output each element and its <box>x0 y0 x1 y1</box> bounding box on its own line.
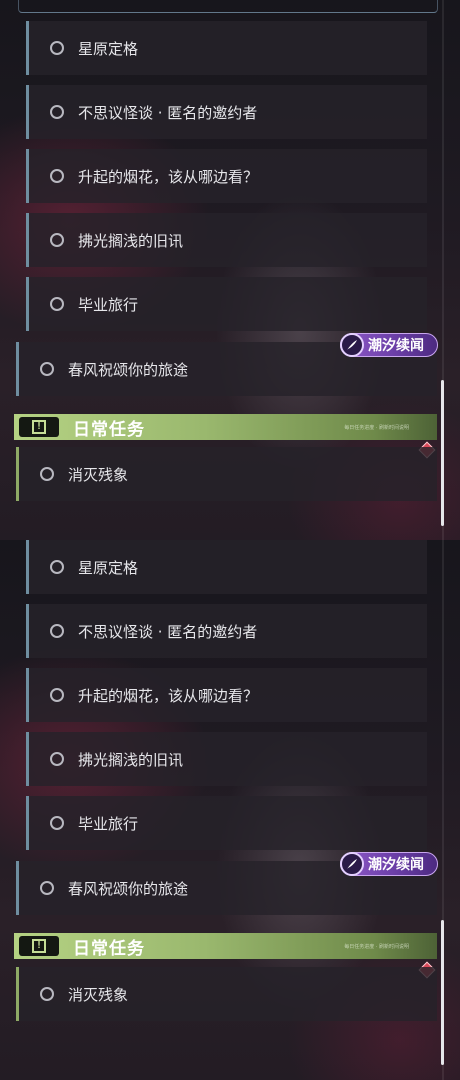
scrollbar-thumb[interactable] <box>441 920 444 1065</box>
quest-item-eliminate-remnants[interactable]: 消灭残象 <box>16 967 437 1021</box>
radio-icon <box>50 233 64 247</box>
quest-label: 拂光搁浅的旧讯 <box>78 231 184 250</box>
daily-section-fine-print: 每日任务进度 · 刷新时间说明 <box>344 425 409 431</box>
daily-section-title: 日常任务 <box>73 938 145 959</box>
feather-icon <box>340 852 364 876</box>
quest-item-graduation-trip[interactable]: 毕业旅行 <box>26 277 427 331</box>
quest-panel-bottom: 星原定格 不思议怪谈 · 匿名的邀约者 升起的烟花，该从哪边看？ 拂光搁浅的旧讯… <box>0 540 460 1080</box>
radio-icon <box>50 41 64 55</box>
quest-label: 拂光搁浅的旧讯 <box>78 750 184 769</box>
quest-label: 消灭残象 <box>68 985 129 1004</box>
radio-icon <box>50 560 64 574</box>
quest-panel-top: 星原定格 不思议怪谈 · 匿名的邀约者 升起的烟花，该从哪边看？ 拂光搁浅的旧讯… <box>0 0 460 540</box>
event-badge-label: 潮汐续闻 <box>368 338 424 354</box>
quest-label: 春风祝颂你的旅途 <box>68 360 189 379</box>
radio-icon <box>50 169 64 183</box>
quest-label: 升起的烟花，该从哪边看？ <box>78 686 259 705</box>
event-badge-label: 潮汐续闻 <box>368 857 424 873</box>
quest-label: 不思议怪谈 · 匿名的邀约者 <box>78 622 258 641</box>
quest-label: 升起的烟花，该从哪边看？ <box>78 167 259 186</box>
event-badge[interactable]: 潮汐续闻 <box>340 852 438 876</box>
radio-icon <box>40 987 54 1001</box>
quest-label: 毕业旅行 <box>78 814 139 833</box>
quest-item-anonymous-inviter[interactable]: 不思议怪谈 · 匿名的邀约者 <box>26 85 427 139</box>
quest-label: 星原定格 <box>78 39 139 58</box>
daily-section-header[interactable]: ! 日常任务 每日任务进度 · 刷新时间说明 <box>14 414 437 440</box>
radio-icon <box>50 105 64 119</box>
quest-item-old-message[interactable]: 拂光搁浅的旧讯 <box>26 213 427 267</box>
daily-section-title: 日常任务 <box>73 419 145 440</box>
quest-item-star-frame[interactable]: 星原定格 <box>26 540 427 594</box>
radio-icon <box>50 688 64 702</box>
alert-icon: ! <box>19 417 59 437</box>
alert-icon: ! <box>19 936 59 956</box>
radio-icon <box>50 752 64 766</box>
radio-icon <box>50 816 64 830</box>
radio-icon <box>40 362 54 376</box>
quest-label: 不思议怪谈 · 匿名的邀约者 <box>78 103 258 122</box>
feather-icon <box>340 333 364 357</box>
scrollbar-thumb[interactable] <box>441 380 444 526</box>
quest-item-fireworks[interactable]: 升起的烟花，该从哪边看？ <box>26 668 427 722</box>
daily-section-fine-print: 每日任务进度 · 刷新时间说明 <box>344 944 409 950</box>
radio-icon <box>40 467 54 481</box>
quest-item-anonymous-inviter[interactable]: 不思议怪谈 · 匿名的邀约者 <box>26 604 427 658</box>
event-badge[interactable]: 潮汐续闻 <box>340 333 438 357</box>
radio-icon <box>50 297 64 311</box>
quest-label: 星原定格 <box>78 558 139 577</box>
quest-item-star-frame[interactable]: 星原定格 <box>26 21 427 75</box>
quest-item-old-message[interactable]: 拂光搁浅的旧讯 <box>26 732 427 786</box>
quest-label: 春风祝颂你的旅途 <box>68 879 189 898</box>
quest-item-graduation-trip[interactable]: 毕业旅行 <box>26 796 427 850</box>
quest-item-eliminate-remnants[interactable]: 消灭残象 <box>16 447 437 501</box>
radio-icon <box>40 881 54 895</box>
quest-item-fireworks[interactable]: 升起的烟花，该从哪边看？ <box>26 149 427 203</box>
quest-label: 消灭残象 <box>68 465 129 484</box>
radio-icon <box>50 624 64 638</box>
quest-label: 毕业旅行 <box>78 295 139 314</box>
daily-section-header[interactable]: ! 日常任务 每日任务进度 · 刷新时间说明 <box>14 933 437 959</box>
